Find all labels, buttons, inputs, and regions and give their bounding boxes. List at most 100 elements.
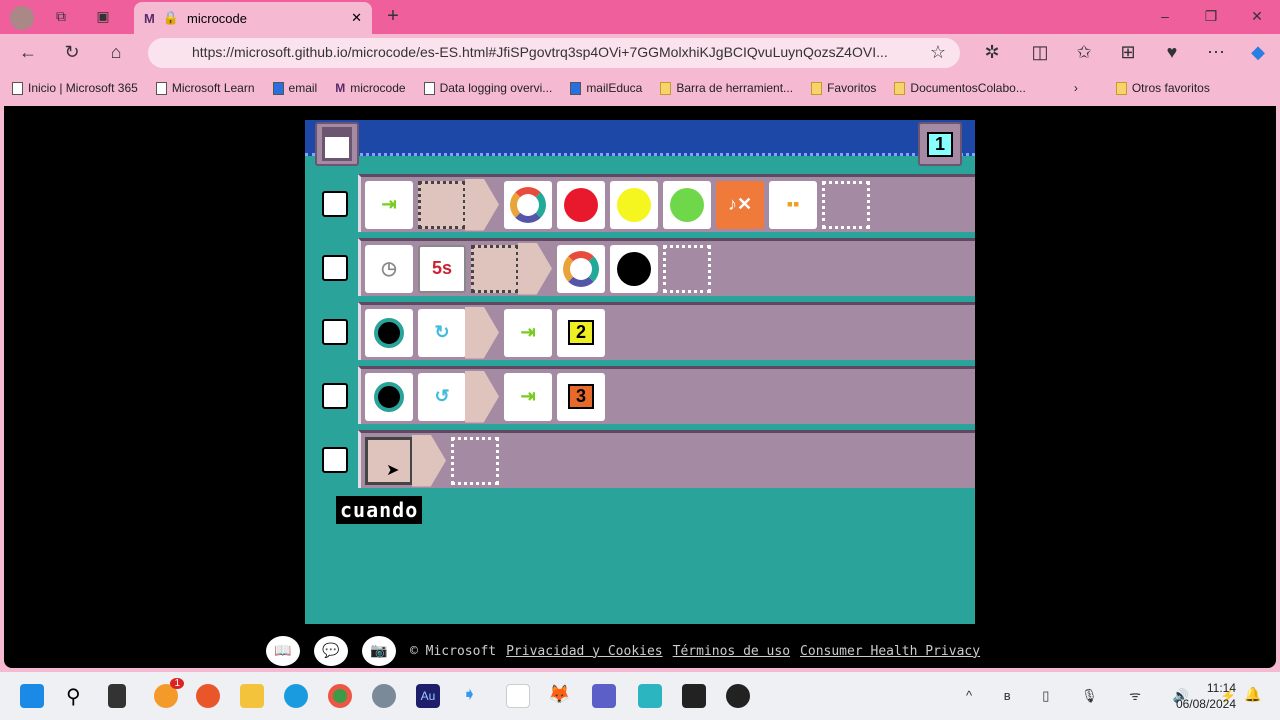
app-icon[interactable] <box>638 684 662 708</box>
empty-when-slot[interactable] <box>471 244 519 293</box>
page-button[interactable]: 1 <box>918 122 962 166</box>
obs-icon[interactable] <box>726 684 750 708</box>
terms-link[interactable]: Términos de uso <box>673 644 790 659</box>
bookmark-folder[interactable]: Barra de herramient... <box>660 81 793 95</box>
copilot-icon[interactable]: ◆ <box>1246 42 1270 63</box>
camera-icon[interactable]: 📷 <box>362 636 396 666</box>
rule-row[interactable]: ↻ ⇥ 2 <box>358 302 975 360</box>
chevron-right-icon[interactable]: › <box>1074 81 1078 95</box>
split-screen-icon[interactable]: ◫ <box>1028 42 1052 63</box>
bookmark[interactable]: Data logging overvi... <box>423 81 552 95</box>
app-icon[interactable]: ➧ <box>462 684 486 708</box>
favorites-icon[interactable]: ✩ <box>1072 42 1096 63</box>
audition-icon[interactable]: Au <box>416 684 440 708</box>
address-bar[interactable]: https://microsoft.github.io/microcode/es… <box>148 38 960 68</box>
health-icon[interactable]: ♥ <box>1160 42 1184 63</box>
favorite-star-icon[interactable]: ☆ <box>926 42 950 63</box>
tab-actions-icon[interactable]: ▣ <box>94 8 112 26</box>
red-color-tile[interactable] <box>557 180 605 229</box>
save-button[interactable] <box>315 122 359 166</box>
rule-checkbox[interactable] <box>322 191 348 217</box>
black-color-tile[interactable] <box>610 244 658 293</box>
app-icon[interactable] <box>506 684 530 708</box>
home-icon[interactable]: ⌂ <box>104 42 128 63</box>
pin-input-icon[interactable]: ⇥ <box>365 180 413 229</box>
notifications-icon[interactable]: 🔔 <box>1244 686 1261 703</box>
empty-do-slot[interactable] <box>663 244 711 293</box>
grid-icon[interactable]: ▪▪ <box>769 180 817 229</box>
rule-row[interactable]: ◷ 5s <box>358 238 975 296</box>
rule-checkbox[interactable] <box>322 383 348 409</box>
workspaces-icon[interactable]: ⧉ <box>52 8 70 26</box>
color-ring-icon[interactable] <box>557 244 605 293</box>
rule-checkbox[interactable] <box>322 447 348 473</box>
privacy-link[interactable]: Privacidad y Cookies <box>506 644 663 659</box>
tab-microcode[interactable]: M 🔒 microcode ✕ <box>134 2 372 34</box>
five-seconds-tile[interactable]: 5s <box>418 244 466 293</box>
time: 11:14 <box>1206 681 1236 695</box>
bookmark-folder[interactable]: DocumentosColabo... <box>894 81 1026 95</box>
bookmark[interactable]: Inicio | Microsoft 365 <box>12 81 138 95</box>
back-icon[interactable]: ← <box>16 42 40 63</box>
switch-page-icon[interactable]: ⇥ <box>504 308 552 357</box>
bookmark[interactable]: mailEduca <box>570 81 642 95</box>
empty-do-slot[interactable] <box>822 180 870 229</box>
teams-icon[interactable] <box>592 684 616 708</box>
green-color-tile[interactable] <box>663 180 711 229</box>
gimp-icon[interactable]: 🦊 <box>548 684 572 708</box>
rule-row[interactable]: ↺ ⇥ 3 <box>358 366 975 424</box>
minimize-icon[interactable]: – <box>1156 8 1174 26</box>
bookmark-label: Otros favoritos <box>1131 81 1210 95</box>
file-explorer-icon[interactable] <box>240 684 264 708</box>
yellow-color-tile[interactable] <box>610 180 658 229</box>
app-icon[interactable]: 1 <box>154 678 184 708</box>
clock[interactable]: 11:14 06/08/2024 <box>1176 680 1236 712</box>
close-tab-icon[interactable]: ✕ <box>351 10 362 26</box>
bookmark-label: DocumentosColabo... <box>910 81 1026 95</box>
sound-off-icon[interactable]: ♪✕ <box>716 180 764 229</box>
extensions-icon[interactable]: ✲ <box>980 42 1004 63</box>
empty-when-slot[interactable] <box>418 180 466 229</box>
other-favorites[interactable]: Otros favoritos <box>1115 81 1210 95</box>
bookmark[interactable]: email <box>272 81 317 95</box>
rule-row[interactable]: ⇥ ♪✕ ▪▪ <box>358 174 975 232</box>
bookmark[interactable]: Mmicrocode <box>335 81 405 95</box>
more-icon[interactable]: ⋯ <box>1204 42 1228 63</box>
profile-avatar[interactable] <box>10 6 34 30</box>
page-3-tile[interactable]: 3 <box>557 372 605 421</box>
close-window-icon[interactable]: ✕ <box>1248 8 1266 26</box>
start-icon[interactable] <box>20 684 44 708</box>
search-icon[interactable]: ⚲ <box>66 684 90 708</box>
edge-icon[interactable] <box>284 684 308 708</box>
rotate-back-icon[interactable]: ↺ <box>418 372 466 421</box>
rule-row[interactable] <box>358 430 975 488</box>
bookmark[interactable]: Microsoft Learn <box>155 81 255 95</box>
rule-arrow <box>465 178 499 231</box>
collections-icon[interactable]: ⊞ <box>1116 42 1140 63</box>
new-tab-icon[interactable]: + <box>384 5 402 27</box>
rotate-icon[interactable]: ↻ <box>418 308 466 357</box>
color-ring-icon[interactable] <box>504 180 552 229</box>
lock-icon: 🔒 <box>162 10 180 25</box>
rule-checkbox[interactable] <box>322 319 348 345</box>
switch-page-icon[interactable]: ⇥ <box>504 372 552 421</box>
health-privacy-link[interactable]: Consumer Health Privacy <box>800 644 980 659</box>
microcode-favicon: M <box>144 10 155 26</box>
feedback-icon[interactable]: 💬 <box>314 636 348 666</box>
restore-icon[interactable]: ❐ <box>1202 8 1220 26</box>
book-icon[interactable]: 📖 <box>266 636 300 666</box>
clock-icon[interactable] <box>365 308 413 357</box>
rule-checkbox[interactable] <box>322 255 348 281</box>
timer-icon[interactable]: ◷ <box>365 244 413 293</box>
task-view-icon[interactable] <box>108 684 126 708</box>
app-icon[interactable] <box>682 684 706 708</box>
page-2-tile[interactable]: 2 <box>557 308 605 357</box>
chrome-icon[interactable] <box>328 684 352 708</box>
refresh-icon[interactable]: ↻ <box>60 42 84 63</box>
settings-icon[interactable] <box>372 684 396 708</box>
clock-icon[interactable] <box>365 372 413 421</box>
empty-do-slot[interactable] <box>451 436 499 485</box>
tooltip: cuando <box>336 496 423 524</box>
bookmark-folder[interactable]: Favoritos <box>811 81 876 95</box>
firefox-icon[interactable] <box>196 684 220 708</box>
